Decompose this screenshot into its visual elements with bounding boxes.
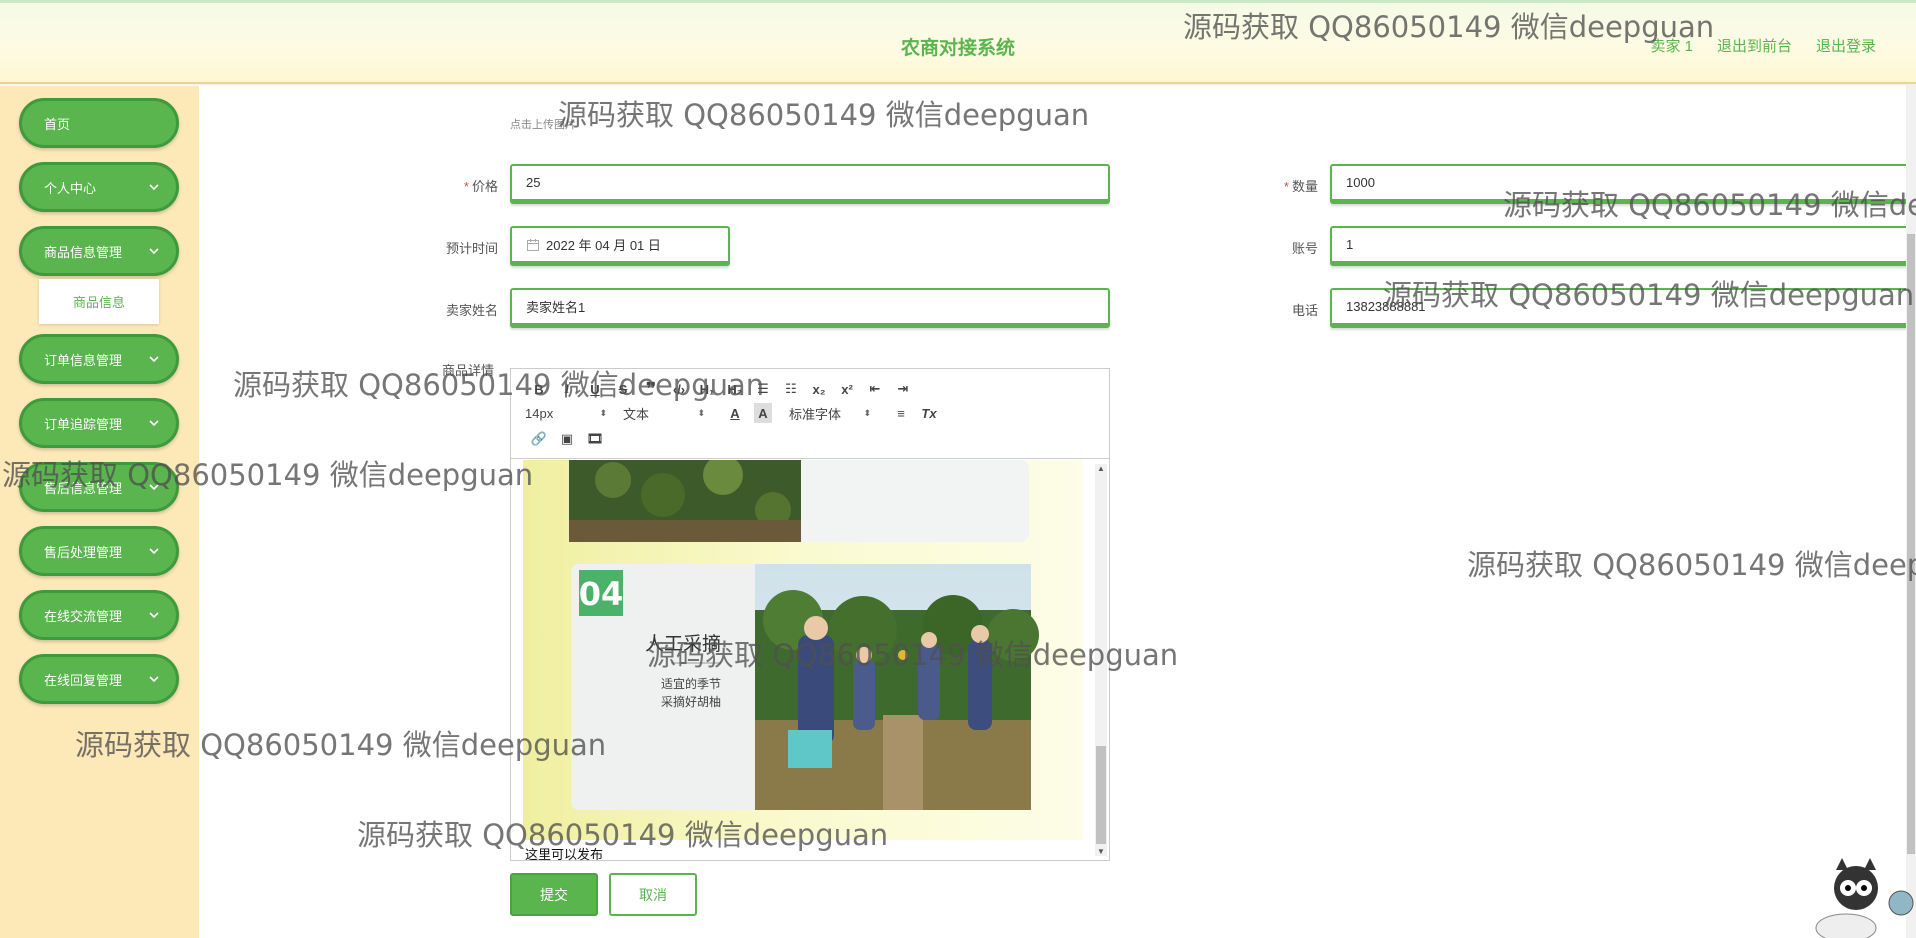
- seller-name-label: 卖家姓名: [445, 303, 498, 318]
- font-size-select[interactable]: 14px ⬍: [525, 406, 607, 421]
- page-scrollbar-thumb[interactable]: [1907, 234, 1915, 854]
- expected-time-label: 预计时间: [445, 241, 498, 256]
- sidebar-item-label: 售后信息管理: [44, 480, 123, 496]
- expected-time-value: 2022 年 04 月 01 日: [546, 238, 661, 253]
- editor-scrollbar[interactable]: ▲ ▼: [1095, 464, 1107, 856]
- app-title: 农商对接系统: [900, 38, 1015, 59]
- account-input[interactable]: 1: [1330, 226, 1916, 266]
- expected-time-date-picker[interactable]: 2022 年 04 月 01 日: [510, 226, 730, 266]
- phone-label: 电话: [1291, 303, 1318, 318]
- scroll-down-icon[interactable]: ▼: [1097, 847, 1105, 856]
- rich-text-editor[interactable]: B I U S ❞ ‹/› H₁ H₂ ☰ ☷ x₂ x² ⇤ ⇥ 14px ⬍ …: [510, 368, 1110, 861]
- quantity-label: * 数量: [1283, 179, 1318, 194]
- select-arrow-icon: ⬍: [599, 407, 607, 418]
- chevron-down-icon: [149, 248, 159, 255]
- clear-format-icon[interactable]: Tx: [915, 403, 943, 423]
- select-arrow-icon: ⬍: [697, 407, 705, 418]
- blockquote-icon[interactable]: ❞: [637, 379, 665, 399]
- quantity-input[interactable]: 1000: [1330, 164, 1916, 204]
- sidebar: 首页 个人中心 商品信息管理 商品信息 订单信息管理 订单追踪管理 售后信息管理…: [0, 86, 199, 938]
- underline-icon[interactable]: U: [581, 379, 609, 399]
- editor-toolbar: B I U S ❞ ‹/› H₁ H₂ ☰ ☷ x₂ x² ⇤ ⇥ 14px ⬍ …: [511, 369, 1109, 459]
- main-content: 点击上传图片 * 价格 25 * 数量 1000 预计时间 2022 年 04 月 …: [199, 86, 1916, 938]
- font-size-value: 14px: [525, 405, 554, 421]
- paragraph-value: 文本: [623, 406, 650, 422]
- chevron-down-icon: [149, 184, 159, 191]
- calendar-icon: [527, 238, 539, 251]
- upload-image-hint[interactable]: 点击上传图片: [510, 116, 576, 132]
- image-subtitle-2: 采摘好胡柚: [661, 694, 721, 709]
- ordered-list-icon[interactable]: ☰: [749, 379, 777, 399]
- font-color-icon[interactable]: A: [721, 403, 749, 423]
- align-icon[interactable]: ≡: [887, 403, 915, 423]
- sidebar-item-label: 售后处理管理: [44, 544, 123, 560]
- mascot-decoration: [1815, 858, 1914, 938]
- step-number: 04: [579, 575, 624, 613]
- chevron-down-icon: [149, 484, 159, 491]
- strikethrough-icon[interactable]: S: [609, 379, 637, 399]
- header-nav: 卖家 1 退出到前台 退出登录: [1650, 35, 1876, 56]
- current-user: 卖家 1: [1650, 38, 1693, 55]
- image-icon[interactable]: ▣: [553, 429, 581, 449]
- sidebar-item-label: 订单信息管理: [44, 352, 123, 368]
- sidebar-item-aftersales-info[interactable]: 售后信息管理: [19, 462, 179, 512]
- chevron-down-icon: [149, 612, 159, 619]
- italic-icon[interactable]: I: [553, 379, 581, 399]
- editor-footer-text: 这里可以发布: [525, 847, 604, 860]
- sidebar-item-product-management[interactable]: 商品信息管理: [19, 226, 179, 276]
- sidebar-item-aftersales-handling[interactable]: 售后处理管理: [19, 526, 179, 576]
- submenu-product-info[interactable]: 商品信息: [39, 279, 159, 324]
- bullet-list-icon[interactable]: ☷: [777, 379, 805, 399]
- sidebar-item-label: 商品信息管理: [44, 244, 123, 260]
- scrollbar-thumb[interactable]: [1096, 746, 1106, 844]
- paragraph-select[interactable]: 文本 ⬍: [623, 404, 705, 423]
- indent-decrease-icon[interactable]: ⇤: [861, 379, 889, 399]
- link-icon[interactable]: 🔗: [525, 429, 553, 449]
- cancel-button[interactable]: 取消: [609, 873, 697, 916]
- subscript-icon[interactable]: x₂: [805, 379, 833, 399]
- sidebar-item-label: 订单追踪管理: [44, 416, 123, 432]
- chevron-down-icon: [149, 356, 159, 363]
- seller-name-input[interactable]: 卖家姓名1: [510, 288, 1110, 328]
- sidebar-item-home[interactable]: 首页: [19, 98, 179, 148]
- sidebar-item-online-reply[interactable]: 在线回复管理: [19, 654, 179, 704]
- top-header: 农商对接系统 卖家 1 退出到前台 退出登录: [0, 0, 1916, 84]
- video-icon[interactable]: 🎞: [581, 429, 609, 449]
- product-detail-image: 04 人工采摘 适宜的季节 采摘好胡柚: [523, 460, 1083, 840]
- image-subtitle-1: 适宜的季节: [661, 676, 721, 691]
- sidebar-item-label: 首页: [44, 116, 71, 132]
- heading1-icon[interactable]: H₁: [693, 379, 721, 399]
- chevron-down-icon: [149, 420, 159, 427]
- sidebar-item-order-tracking[interactable]: 订单追踪管理: [19, 398, 179, 448]
- chevron-down-icon: [149, 676, 159, 683]
- image-heading: 人工采摘: [645, 633, 721, 655]
- to-front-link[interactable]: 退出到前台: [1717, 35, 1792, 56]
- code-block-icon[interactable]: ‹/›: [665, 379, 693, 399]
- phone-input[interactable]: 13823888881: [1330, 288, 1916, 328]
- logout-link[interactable]: 退出登录: [1816, 35, 1876, 56]
- sidebar-item-order-management[interactable]: 订单信息管理: [19, 334, 179, 384]
- scroll-up-icon[interactable]: ▲: [1097, 464, 1105, 473]
- page-scrollbar[interactable]: [1906, 84, 1916, 938]
- background-color-icon[interactable]: A: [754, 403, 772, 423]
- sidebar-item-online-chat[interactable]: 在线交流管理: [19, 590, 179, 640]
- price-input[interactable]: 25: [510, 164, 1110, 204]
- bold-icon[interactable]: B: [525, 379, 553, 399]
- editor-content[interactable]: 04 人工采摘 适宜的季节 采摘好胡柚 这里可以发布 ▲ ▼: [511, 460, 1109, 860]
- sidebar-item-label: 个人中心: [44, 180, 97, 196]
- sidebar-item-label: 在线回复管理: [44, 672, 123, 688]
- submit-button[interactable]: 提交: [510, 873, 598, 916]
- account-label: 账号: [1291, 241, 1318, 256]
- price-label: * 价格: [463, 179, 498, 194]
- font-family-value: 标准字体: [789, 406, 842, 422]
- heading2-icon[interactable]: H₂: [721, 379, 749, 399]
- indent-increase-icon[interactable]: ⇥: [889, 379, 917, 399]
- sidebar-item-label: 在线交流管理: [44, 608, 123, 624]
- chevron-down-icon: [149, 548, 159, 555]
- superscript-icon[interactable]: x²: [833, 379, 861, 399]
- select-arrow-icon: ⬍: [863, 407, 871, 418]
- sidebar-item-personal-center[interactable]: 个人中心: [19, 162, 179, 212]
- font-family-select[interactable]: 标准字体 ⬍: [789, 404, 871, 423]
